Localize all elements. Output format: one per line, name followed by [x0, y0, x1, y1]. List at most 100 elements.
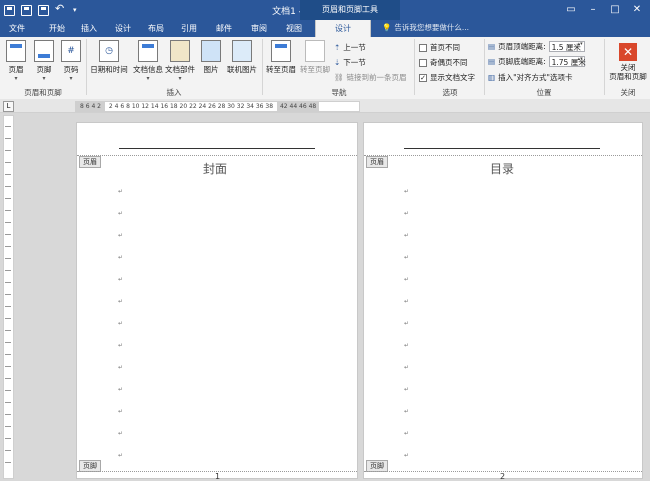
- header-top-spinner[interactable]: 1.5 厘米: [548, 41, 585, 52]
- header-icon: [6, 40, 26, 62]
- undo-icon[interactable]: [55, 3, 67, 16]
- close-window-icon[interactable]: ✕: [626, 0, 648, 20]
- paragraph-mark: ↵: [404, 188, 410, 195]
- paragraph-mark: ↵: [404, 364, 410, 371]
- alignment-tab-icon: ▥: [488, 73, 496, 82]
- tab-home[interactable]: 开始: [44, 20, 70, 37]
- online-picture-button[interactable]: 联机图片: [224, 40, 260, 75]
- tab-view[interactable]: 视图: [281, 20, 307, 37]
- footer-bottom-spinner[interactable]: 1.75 厘米: [548, 56, 586, 67]
- paragraph-mark: ↵: [404, 210, 410, 217]
- minimize-icon[interactable]: –: [582, 0, 604, 20]
- ruler-main-ticks: 2 4 6 8 10 12 14 16 18 20 22 24 26 28 30…: [108, 103, 274, 110]
- picture-icon: [201, 40, 221, 62]
- paragraph-mark: ↵: [118, 430, 124, 437]
- tell-me-text: 告诉我您想要做什么...: [394, 23, 469, 32]
- previous-section-button[interactable]: ⇡ 上一节: [334, 42, 366, 53]
- page-heading[interactable]: 目录: [490, 160, 514, 177]
- save-copy-icon[interactable]: [38, 4, 49, 16]
- paragraph-mark: ↵: [404, 320, 410, 327]
- footer-button[interactable]: 页脚 ▾: [31, 40, 57, 82]
- ribbon-display-icon[interactable]: ▭: [560, 0, 582, 20]
- paragraph-mark: ↵: [118, 276, 124, 283]
- group-label-close: 关闭: [620, 88, 636, 97]
- quick-parts-button[interactable]: 文档部件 ▾: [164, 40, 196, 82]
- checkbox-checked: ✓: [419, 73, 427, 82]
- picture-button-label: 图片: [203, 65, 219, 74]
- next-section-label: 下一节: [343, 58, 366, 67]
- close-header-footer-label: 关闭 页眉和页脚: [609, 63, 647, 81]
- group-label-navigation: 导航: [331, 88, 347, 97]
- show-document-text-checkbox[interactable]: ✓ 显示文档文字: [419, 72, 475, 83]
- date-time-button[interactable]: ◷ 日期和时间: [88, 40, 130, 75]
- chevron-down-icon: ▾: [14, 75, 18, 82]
- vertical-ruler[interactable]: [3, 115, 14, 479]
- paragraph-mark: ↵: [118, 364, 124, 371]
- tab-insert[interactable]: 插入: [76, 20, 102, 37]
- tab-file[interactable]: 文件: [4, 20, 30, 37]
- tab-review[interactable]: 审阅: [246, 20, 272, 37]
- link-previous-label: 链接到前一条页眉: [346, 73, 407, 82]
- paragraph-mark: ↵: [118, 452, 124, 459]
- link-previous-button[interactable]: ⛓ 链接到前一条页眉: [334, 72, 407, 83]
- tab-references[interactable]: 引用: [176, 20, 202, 37]
- insert-alignment-tab-label: 插入"对齐方式"选项卡: [498, 73, 573, 82]
- paragraph-mark: ↵: [404, 298, 410, 305]
- insert-alignment-tab-button[interactable]: ▥ 插入"对齐方式"选项卡: [488, 72, 573, 83]
- maximize-icon[interactable]: □: [604, 0, 626, 20]
- paragraph-mark: ↵: [118, 408, 124, 415]
- group-separator: [604, 39, 605, 95]
- page-number-button-label: 页码: [63, 65, 79, 74]
- online-picture-button-label: 联机图片: [227, 65, 257, 74]
- page-heading[interactable]: 封面: [203, 160, 227, 177]
- close-icon: ✕: [619, 43, 637, 61]
- group-separator: [262, 39, 263, 95]
- goto-header-icon: [271, 40, 291, 62]
- page-number: 2: [500, 472, 506, 481]
- group-label-position: 位置: [536, 88, 552, 97]
- header-top-distance: ▤ 页眉顶端距离: 1.5 厘米: [488, 41, 585, 52]
- goto-footer-button[interactable]: 转至页脚: [298, 40, 332, 75]
- group-separator: [484, 39, 485, 95]
- tab-mailings[interactable]: 邮件: [211, 20, 237, 37]
- paragraph-mark: ↵: [118, 386, 124, 393]
- customize-toolbar-icon[interactable]: ▾: [73, 6, 77, 14]
- header-rule: [119, 148, 315, 149]
- paragraph-mark: ↵: [118, 320, 124, 327]
- odd-even-different-checkbox[interactable]: 奇偶页不同: [419, 57, 468, 68]
- paragraph-mark: ↵: [404, 342, 410, 349]
- goto-footer-button-label: 转至页脚: [300, 65, 330, 74]
- page-number-button[interactable]: # 页码 ▾: [58, 40, 84, 82]
- group-label-insert: 插入: [166, 88, 182, 97]
- tell-me-search[interactable]: 💡 告诉我您想要做什么...: [382, 22, 469, 33]
- online-picture-icon: [232, 40, 252, 62]
- tab-design[interactable]: 设计: [110, 20, 136, 37]
- picture-button[interactable]: 图片: [200, 40, 222, 75]
- goto-header-button[interactable]: 转至页眉: [264, 40, 298, 75]
- paragraph-mark: ↵: [118, 210, 124, 217]
- doc-info-button[interactable]: 文档信息 ▾: [132, 40, 164, 82]
- next-section-button[interactable]: ⇣ 下一节: [334, 57, 366, 68]
- footer-button-label: 页脚: [36, 65, 52, 74]
- context-tool-title: 页眉和页脚工具: [300, 0, 400, 20]
- header-tag: 页眉: [366, 156, 388, 168]
- close-header-footer-button[interactable]: ✕ 关闭 页眉和页脚: [606, 43, 650, 81]
- tab-header-footer-design[interactable]: 设计: [315, 20, 371, 37]
- document-info-icon: [138, 40, 158, 62]
- horizontal-ruler[interactable]: 8 6 4 2 2 4 6 8 10 12 14 16 18 20 22 24 …: [75, 101, 360, 112]
- group-separator: [86, 39, 87, 95]
- tab-selector[interactable]: L: [3, 101, 14, 112]
- page-number: 1: [215, 472, 221, 481]
- doc-info-button-label: 文档信息: [133, 65, 163, 74]
- save-icon[interactable]: [4, 4, 15, 16]
- page-2[interactable]: 页眉 目录 ↵ ↵ ↵ ↵ ↵ ↵ ↵ ↵ ↵ ↵ ↵ ↵ ↵ 页脚 2: [363, 122, 643, 481]
- page-1[interactable]: 页眉 封面 ↵ ↵ ↵ ↵ ↵ ↵ ↵ ↵ ↵ ↵ ↵ ↵ ↵ 页脚 1: [76, 122, 358, 481]
- header-button[interactable]: 页眉 ▾: [3, 40, 29, 82]
- group-label-header-footer: 页眉和页脚: [24, 88, 62, 97]
- ribbon: 页眉 ▾ 页脚 ▾ # 页码 ▾ 页眉和页脚 ◷ 日期和时间 文档信息 ▾ 文档…: [0, 37, 650, 100]
- first-page-different-checkbox[interactable]: 首页不同: [419, 42, 460, 53]
- save-as-icon[interactable]: [21, 4, 32, 16]
- arrow-down-icon: ⇣: [334, 58, 341, 67]
- previous-section-label: 上一节: [343, 43, 366, 52]
- tab-layout[interactable]: 布局: [143, 20, 169, 37]
